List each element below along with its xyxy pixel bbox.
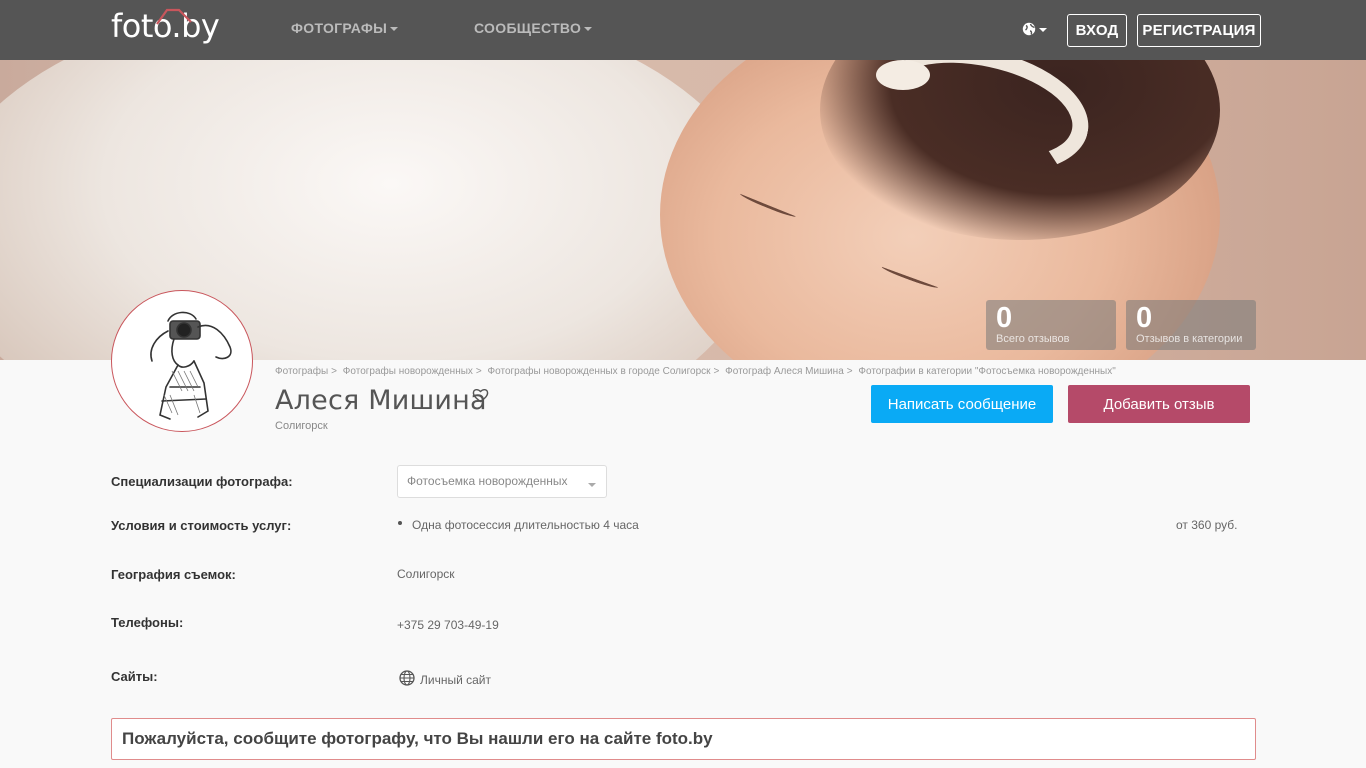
stat-label: Отзывов в категории [1136,333,1243,345]
breadcrumb-separator: > [475,366,482,377]
nav-community[interactable]: СООБЩЕСТВО [474,20,593,36]
globe-icon [1022,22,1036,36]
avatar [111,290,253,432]
stat-value: 0 [996,302,1013,334]
stat-value: 0 [1136,302,1153,334]
sites-label: Сайты: [111,669,158,684]
caret-down-icon [588,483,596,487]
globe-icon [399,670,415,686]
breadcrumb-link[interactable]: Фотографы новорожденных в городе Солигор… [488,366,711,377]
bullet-icon [398,521,402,525]
caret-down-icon [390,27,399,32]
service-item: Одна фотосессия длительностью 4 часа [412,518,639,532]
site-logo[interactable]: foto.by [111,4,220,48]
photographer-sketch-icon [150,311,232,420]
specialization-select[interactable]: Фотосъемка новорожденных [397,465,607,498]
photographer-name: Алеся Мишина [275,385,487,416]
language-selector[interactable] [1022,20,1048,40]
cover-bow [876,60,930,90]
nav-photographers[interactable]: ФОТОГРАФЫ [291,20,399,36]
stat-total-reviews: 0 Всего отзывов [986,300,1116,350]
stat-category-reviews: 0 Отзывов в категории [1126,300,1256,350]
geography-label: География съемок: [111,567,236,582]
breadcrumb-separator: > [331,366,338,377]
register-button[interactable]: РЕГИСТРАЦИЯ [1137,14,1261,47]
breadcrumb: Фотографы > Фотографы новорожденных > Фото… [275,366,1116,377]
cover-blanket [0,60,760,360]
breadcrumb-current: Фотографии в категории "Фотосъемка новор… [858,366,1116,377]
specialization-label: Специализации фотографа: [111,474,293,489]
breadcrumb-link[interactable]: Фотографы [275,366,328,377]
nav-photographers-label: ФОТОГРАФЫ [291,20,388,36]
add-review-button[interactable]: Добавить отзыв [1068,385,1250,423]
write-message-button[interactable]: Написать сообщение [871,385,1053,423]
geography-value: Солигорск [397,567,455,581]
breadcrumb-link[interactable]: Фотограф Алеся Мишина [725,366,844,377]
specialization-value: Фотосъемка новорожденных [407,474,568,488]
photographer-city: Солигорск [275,420,328,432]
caret-down-icon [1039,28,1047,32]
services-label: Условия и стоимость услуг: [111,518,292,533]
breadcrumb-separator: > [846,366,853,377]
top-navbar: foto.by ФОТОГРАФЫ СООБЩЕСТВО ВХОД РЕГИСТ… [0,0,1366,60]
breadcrumb-separator: > [713,366,720,377]
notice-text: Пожалуйста, сообщите фотографу, что Вы н… [122,729,713,748]
service-price: от 360 руб. [1176,518,1238,532]
notice-banner: Пожалуйста, сообщите фотографу, что Вы н… [111,718,1256,760]
caret-down-icon [584,27,593,32]
camera-roof-icon [156,8,192,25]
personal-site-link[interactable]: Личный сайт [420,673,491,687]
phone-value[interactable]: +375 29 703-49-19 [397,618,499,632]
nav-community-label: СООБЩЕСТВО [474,20,582,36]
breadcrumb-link[interactable]: Фотографы новорожденных [343,366,473,377]
stat-label: Всего отзывов [996,333,1070,345]
login-button[interactable]: ВХОД [1067,14,1127,47]
phones-label: Телефоны: [111,615,184,630]
heart-icon[interactable] [472,388,489,403]
